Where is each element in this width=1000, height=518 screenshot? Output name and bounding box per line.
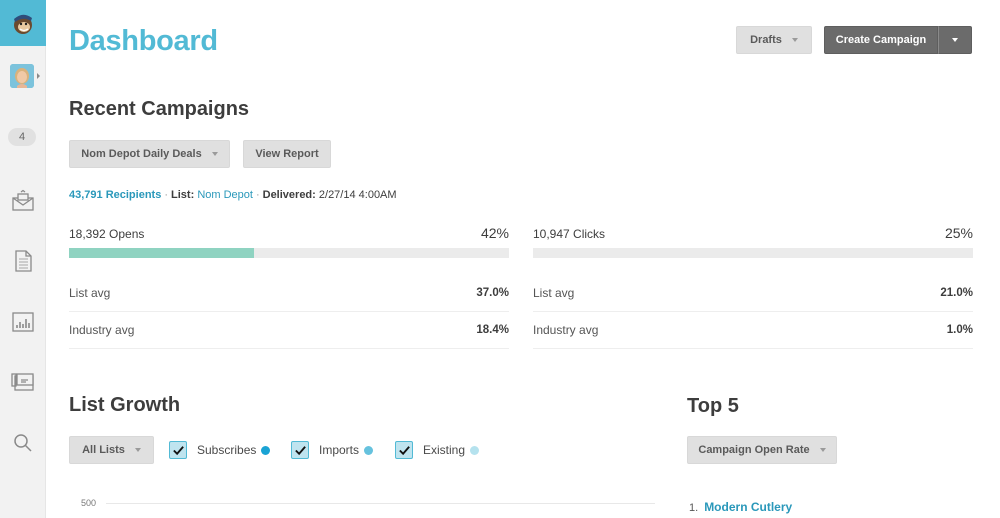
list-growth-title: List Growth — [69, 394, 181, 416]
create-campaign-button[interactable]: Create Campaign — [824, 26, 938, 54]
opens-list-avg-row: List avg 37.0% — [69, 275, 509, 312]
legend-label: Existing — [423, 443, 466, 457]
industry-avg-label: Industry avg — [69, 323, 135, 337]
opens-panel: 18,392 Opens 42% List avg 37.0% Industry… — [69, 225, 509, 349]
delivered-label: Delivered: — [262, 189, 316, 201]
separator: · — [164, 189, 169, 201]
legend-label: Imports — [319, 443, 360, 457]
legend-imports: Imports — [291, 440, 374, 460]
view-report-label: View Report — [255, 148, 319, 160]
list-item: 1. Modern Cutlery — [689, 500, 792, 514]
opens-percent: 42% — [480, 225, 509, 241]
top5-list: 1. Modern Cutlery — [689, 500, 792, 514]
list-avg-value: 37.0% — [476, 287, 509, 299]
industry-avg-label: Industry avg — [533, 323, 599, 337]
chevron-down-icon — [211, 152, 218, 156]
chevron-down-icon — [819, 448, 826, 452]
separator: · — [255, 189, 260, 201]
chart-gridline — [106, 503, 655, 504]
caret-right-icon — [37, 73, 40, 79]
cards-icon — [11, 373, 34, 391]
clicks-progress-bar — [533, 248, 973, 258]
opens-industry-avg-row: Industry avg 18.4% — [69, 312, 509, 349]
drafts-button[interactable]: Drafts — [736, 26, 812, 54]
rank: 1. — [689, 502, 699, 514]
drafts-label: Drafts — [750, 34, 782, 46]
chevron-down-icon — [791, 38, 798, 42]
campaign-meta: 43,791 Recipients · List: Nom Depot · Delive… — [69, 189, 397, 201]
user-menu[interactable] — [10, 64, 40, 88]
view-report-button[interactable]: View Report — [243, 140, 331, 168]
list-avg-label: List avg — [69, 286, 111, 300]
clicks-label: 10,947 Clicks — [533, 227, 606, 241]
notification-badge[interactable]: 4 — [8, 128, 36, 146]
chevron-down-icon — [952, 38, 958, 42]
opens-progress-bar — [69, 248, 509, 258]
avatar — [10, 64, 34, 88]
page-title: Dashboard — [69, 25, 218, 57]
list-select-value: All Lists — [82, 444, 125, 456]
legend-label: Subscribes — [197, 443, 257, 457]
imports-checkbox[interactable] — [291, 441, 309, 459]
envelope-icon — [12, 189, 34, 211]
create-campaign-label: Create Campaign — [835, 34, 927, 46]
mailchimp-logo-icon — [14, 14, 32, 34]
sidebar-item-templates[interactable] — [10, 248, 36, 274]
checkmark-icon — [294, 445, 306, 455]
campaign-link[interactable]: Modern Cutlery — [704, 500, 792, 514]
legend-subscribes: Subscribes — [169, 440, 271, 460]
sidebar-item-reports[interactable] — [10, 309, 36, 335]
campaign-select[interactable]: Nom Depot Daily Deals — [69, 140, 230, 168]
delivered-value: 2/27/14 4:00AM — [318, 189, 397, 201]
checkmark-icon — [398, 445, 410, 455]
sidebar: 4 — [0, 0, 46, 518]
recent-campaigns-title: Recent Campaigns — [69, 98, 250, 120]
legend-color-dot — [364, 445, 374, 455]
sidebar-item-campaigns[interactable] — [10, 188, 36, 214]
campaign-select-value: Nom Depot Daily Deals — [81, 148, 202, 160]
create-campaign-dropdown-button[interactable] — [938, 26, 972, 54]
sidebar-item-search[interactable] — [10, 430, 36, 456]
clicks-percent: 25% — [944, 225, 973, 241]
existing-checkbox[interactable] — [395, 441, 413, 459]
legend-color-dot — [261, 445, 271, 455]
clicks-list-avg-row: List avg 21.0% — [533, 275, 973, 312]
legend-existing: Existing — [395, 440, 480, 460]
top5-metric-select[interactable]: Campaign Open Rate — [687, 436, 837, 464]
opens-label: 18,392 Opens — [69, 227, 145, 241]
industry-avg-value: 1.0% — [946, 324, 973, 336]
search-icon — [14, 434, 32, 452]
bar-chart-icon — [12, 312, 34, 332]
list-label: List: — [171, 189, 195, 201]
list-select[interactable]: All Lists — [69, 436, 154, 464]
y-axis-tick: 500 — [81, 498, 97, 508]
document-icon — [15, 250, 32, 272]
list-avg-value: 21.0% — [940, 287, 973, 299]
clicks-panel: 10,947 Clicks 25% List avg 21.0% Industr… — [533, 225, 973, 349]
subscribes-checkbox[interactable] — [169, 441, 187, 459]
clicks-industry-avg-row: Industry avg 1.0% — [533, 312, 973, 349]
chevron-down-icon — [134, 448, 141, 452]
list-link[interactable]: Nom Depot — [197, 189, 253, 201]
recipients-link[interactable]: 43,791 Recipients — [69, 189, 161, 201]
list-avg-label: List avg — [533, 286, 575, 300]
top5-title: Top 5 — [687, 395, 739, 417]
checkmark-icon — [172, 445, 184, 455]
logo[interactable] — [0, 0, 46, 46]
sidebar-item-lists[interactable] — [10, 369, 36, 395]
opens-progress-fill — [69, 248, 254, 258]
legend-color-dot — [470, 445, 480, 455]
main-content: Dashboard Drafts Create Campaign Recent … — [46, 0, 1000, 518]
top5-metric-value: Campaign Open Rate — [698, 444, 810, 456]
industry-avg-value: 18.4% — [476, 324, 509, 336]
